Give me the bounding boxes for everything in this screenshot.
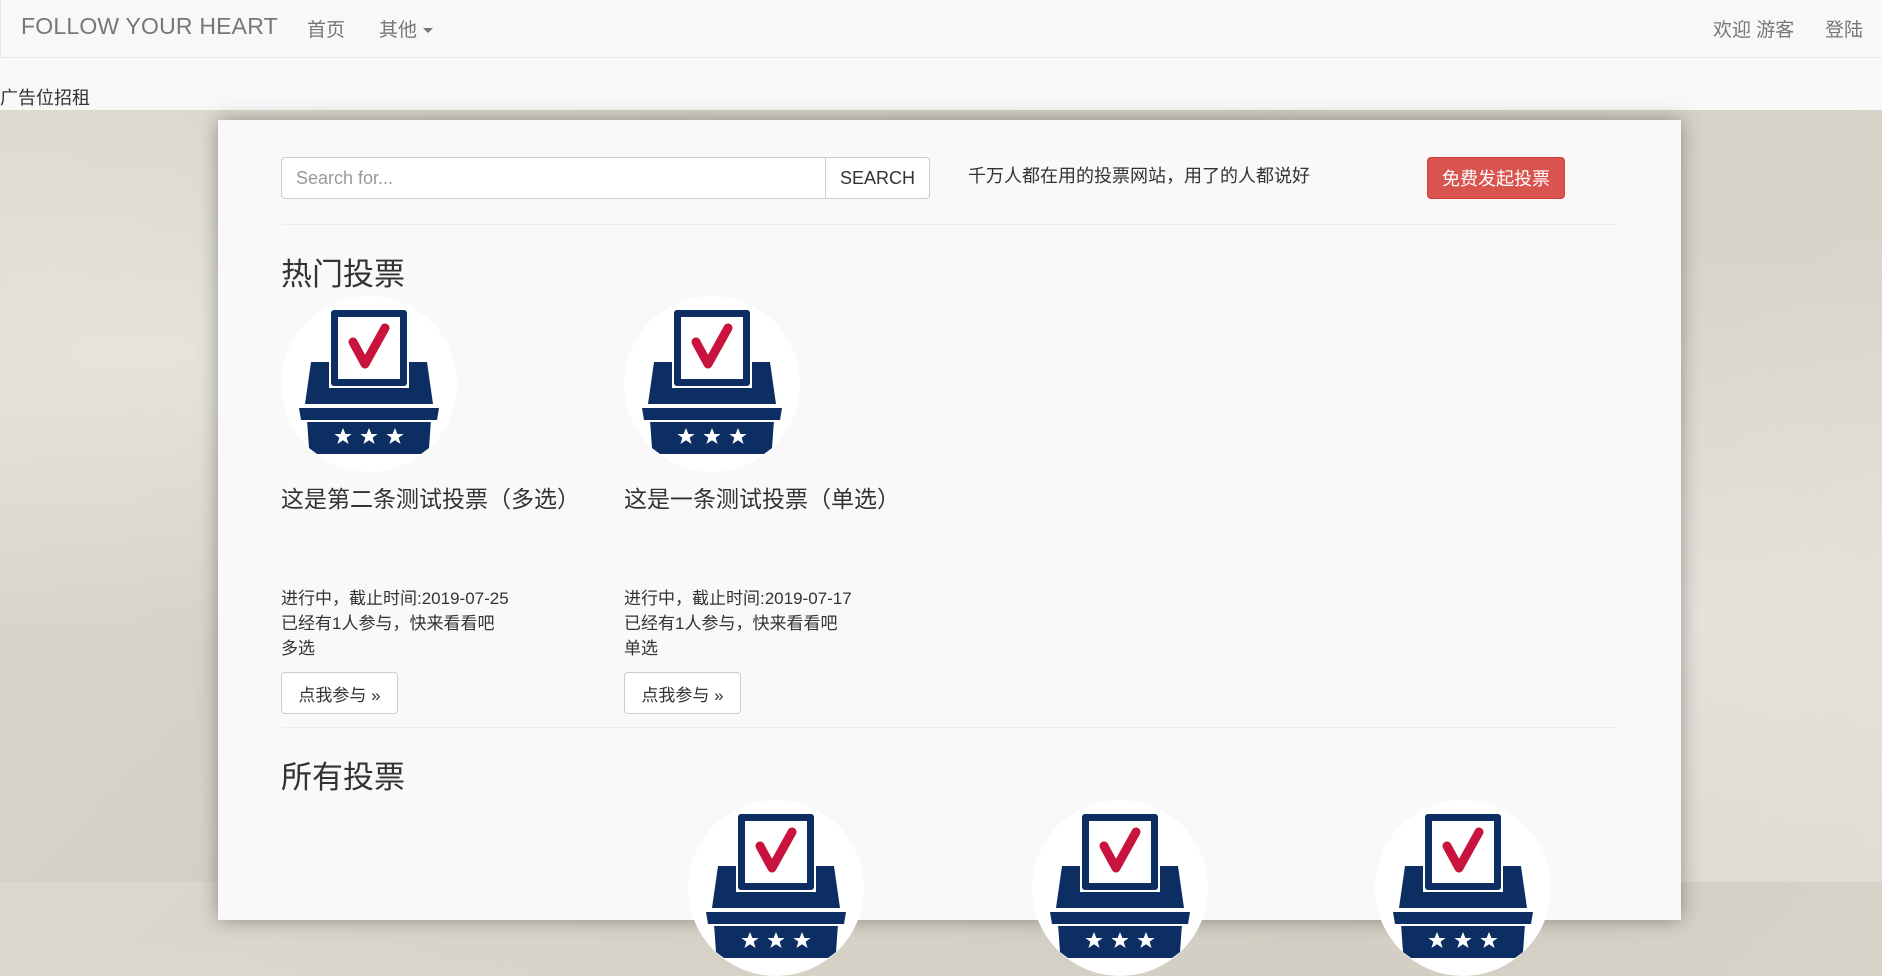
main-container: SEARCH 千万人都在用的投票网站，用了的人都说好 免费发起投票 热门投票 这…: [218, 120, 1681, 920]
welcome-guest-link[interactable]: 欢迎 游客: [1713, 15, 1794, 42]
divider: [281, 727, 1618, 728]
nav-other-label: 其他: [379, 20, 418, 41]
caret-down-icon: [423, 28, 434, 34]
vote-type: 单选: [624, 639, 658, 658]
ballot-box-icon[interactable]: [688, 800, 864, 976]
vote-title[interactable]: 这是一条测试投票（单选）: [624, 480, 900, 514]
join-vote-button[interactable]: 点我参与 »: [624, 672, 741, 714]
divider: [281, 224, 1618, 225]
vote-type: 多选: [281, 639, 315, 658]
vote-participants: 已经有1人参与，快来看看吧: [624, 614, 838, 633]
ballot-box-icon[interactable]: [624, 296, 800, 472]
vote-title[interactable]: 这是第二条测试投票（多选）: [281, 480, 580, 514]
nav-home-link[interactable]: 首页: [307, 15, 345, 42]
hot-votes-title: 热门投票: [281, 257, 405, 292]
ballot-box-icon[interactable]: [1032, 800, 1208, 976]
login-link[interactable]: 登陆: [1825, 15, 1863, 42]
brand-logo-link[interactable]: FOLLOW YOUR HEART: [21, 13, 278, 40]
vote-status: 进行中，截止时间:2019-07-25: [281, 589, 509, 608]
vote-participants: 已经有1人参与，快来看看吧: [281, 614, 495, 633]
ballot-box-icon[interactable]: [1375, 800, 1551, 976]
nav-other-dropdown[interactable]: 其他: [379, 15, 434, 42]
search-input[interactable]: [281, 157, 826, 199]
search-group: SEARCH: [281, 157, 930, 199]
search-button[interactable]: SEARCH: [825, 157, 930, 199]
vote-status: 进行中，截止时间:2019-07-17: [624, 589, 852, 608]
slogan-text: 千万人都在用的投票网站，用了的人都说好: [968, 166, 1310, 186]
ad-text: 广告位招租: [0, 88, 90, 108]
join-vote-button[interactable]: 点我参与 »: [281, 672, 398, 714]
ballot-box-icon[interactable]: [281, 296, 457, 472]
all-votes-title: 所有投票: [281, 760, 405, 795]
create-vote-button[interactable]: 免费发起投票: [1427, 157, 1565, 199]
top-navbar: FOLLOW YOUR HEART 首页 其他 欢迎 游客 登陆: [0, 0, 1882, 58]
ad-banner: 广告位招租: [0, 58, 1882, 110]
